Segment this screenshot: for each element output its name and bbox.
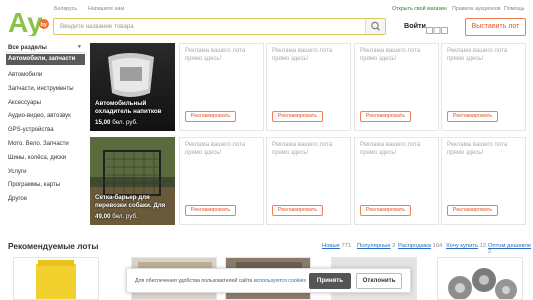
recommended-title: Рекомендуемые лоты (8, 241, 99, 251)
auction-rules-link[interactable]: Правила аукционов (452, 6, 500, 12)
sidebar-item[interactable]: Аксессуары (6, 97, 85, 111)
advertise-button[interactable]: Рекламировать (185, 205, 236, 216)
ad-placeholder-card: Реклама вашего лота прямо здесь! Реклами… (179, 137, 264, 225)
sidebar-item[interactable]: Шины, колёса, диски (6, 152, 85, 166)
ad-placeholder-card: Реклама вашего лота прямо здесь! Реклами… (441, 43, 526, 131)
top-bar: Беларусь Напишите нам Открыть свой магаз… (54, 4, 527, 16)
help-link[interactable]: Помощь (504, 6, 524, 12)
ad-placeholder-text: Реклама вашего лота прямо здесь! (447, 48, 508, 62)
advertise-button[interactable]: Рекламировать (185, 111, 236, 122)
advertise-button[interactable]: Рекламировать (360, 205, 411, 216)
advertise-button[interactable]: Рекламировать (360, 111, 411, 122)
view-mode-icon[interactable] (426, 27, 448, 35)
sidebar-item[interactable]: Аудио-видео, автозвук (6, 110, 85, 124)
chevron-down-icon: ▼ (77, 44, 82, 50)
ad-placeholder-card: Реклама вашего лота прямо здесь! Реклами… (266, 137, 351, 225)
decline-cookies-button[interactable]: Отклонить (356, 273, 402, 289)
lot-title: Сетка-барьер для перевозки собаки. Для (95, 194, 166, 209)
svg-text:Ay: Ay (8, 7, 43, 36)
region-link[interactable]: Беларусь (54, 6, 77, 12)
advertise-button[interactable]: Рекламировать (447, 205, 498, 216)
lot-photo (438, 258, 522, 299)
sidebar-item[interactable]: Мото. Вело. Запчасти (6, 138, 85, 152)
ad-placeholder-text: Реклама вашего лота прямо здесь! (185, 48, 246, 62)
ad-placeholder-card: Реклама вашего лота прямо здесь! Реклами… (179, 43, 264, 131)
search-box[interactable]: Введите название товара (53, 18, 386, 35)
recommended-lot-card[interactable] (437, 257, 523, 300)
search-icon (371, 21, 380, 31)
cookie-banner: Для обеспечения удобства пользователей с… (126, 268, 411, 293)
cookie-policy-link[interactable]: используются cookies (254, 278, 306, 284)
login-link[interactable]: Войти (404, 21, 426, 30)
view-mode-icons[interactable] (426, 22, 448, 34)
site-logo[interactable]: Ay by (8, 6, 50, 38)
category-sidebar: Все разделы ▼ Автомобили, запчасти Автом… (6, 43, 85, 207)
featured-lot-card[interactable]: Автомобильный охладитель напитков 15,00 … (90, 43, 175, 131)
filter-want-to-buy[interactable]: Хочу купить 12 (446, 243, 486, 249)
lot-price: 15,00 бел. руб. (95, 119, 138, 126)
all-sections-label: Все разделы (8, 45, 47, 51)
ad-placeholder-text: Реклама вашего лота прямо здесь! (360, 142, 421, 156)
ad-placeholder-text: Реклама вашего лота прямо здесь! (272, 48, 333, 62)
sidebar-item-active[interactable]: Автомобили, запчасти (6, 54, 85, 65)
advertise-button[interactable]: Рекламировать (272, 205, 323, 216)
filter-new[interactable]: Новые 771 (322, 243, 351, 249)
ad-placeholder-card: Реклама вашего лота прямо здесь! Реклами… (266, 43, 351, 131)
featured-lot-card[interactable]: Сетка-барьер для перевозки собаки. Для 4… (90, 137, 175, 225)
ad-placeholder-card: Реклама вашего лота прямо здесь! Реклами… (354, 137, 439, 225)
ad-placeholder-card: Реклама вашего лота прямо здесь! Реклами… (441, 137, 526, 225)
sidebar-item[interactable]: Запчасти, инструменты (6, 83, 85, 97)
sidebar-item[interactable]: Программы, карты (6, 179, 85, 193)
sidebar-item[interactable]: GPS-устройства (6, 124, 85, 138)
filter-popular[interactable]: Популярные 2 (357, 243, 396, 249)
advertise-button[interactable]: Рекламировать (447, 111, 498, 122)
lot-photo (14, 258, 98, 299)
lot-price: 49,00 бел. руб. (95, 213, 138, 220)
svg-text:by: by (41, 22, 48, 28)
all-sections-dropdown[interactable]: Все разделы ▼ (6, 43, 85, 53)
advertise-button[interactable]: Рекламировать (272, 111, 323, 122)
ad-placeholder-card: Реклама вашего лота прямо здесь! Реклами… (354, 43, 439, 131)
sidebar-item[interactable]: Другое (6, 193, 85, 207)
open-shop-link[interactable]: Открыть свой магазин (392, 6, 447, 12)
search-button[interactable] (365, 19, 385, 34)
lot-title: Автомобильный охладитель напитков (95, 100, 162, 115)
filter-wholesale[interactable]: Оптом дешевле 2 (488, 243, 533, 255)
ad-placeholder-text: Реклама вашего лота прямо здесь! (360, 48, 421, 62)
ad-placeholder-text: Реклама вашего лота прямо здесь! (272, 142, 333, 156)
ad-placeholder-text: Реклама вашего лота прямо здесь! (447, 142, 508, 156)
contact-link[interactable]: Напишите нам (88, 6, 124, 12)
cookie-text: Для обеспечения удобства пользователей с… (135, 278, 306, 284)
filter-sale[interactable]: Распродажа 164 (398, 243, 442, 249)
sell-lot-button[interactable]: Выставить лот (465, 18, 526, 36)
ad-placeholder-text: Реклама вашего лота прямо здесь! (185, 142, 246, 156)
lot-photo (90, 137, 175, 225)
search-input[interactable]: Введите название товара (60, 23, 134, 30)
sidebar-item[interactable]: Услуги (6, 166, 85, 180)
lot-photo (90, 43, 175, 131)
accept-cookies-button[interactable]: Принять (309, 273, 351, 289)
sidebar-item[interactable]: Автомобили (6, 69, 85, 83)
recommended-lot-card[interactable] (13, 257, 99, 300)
